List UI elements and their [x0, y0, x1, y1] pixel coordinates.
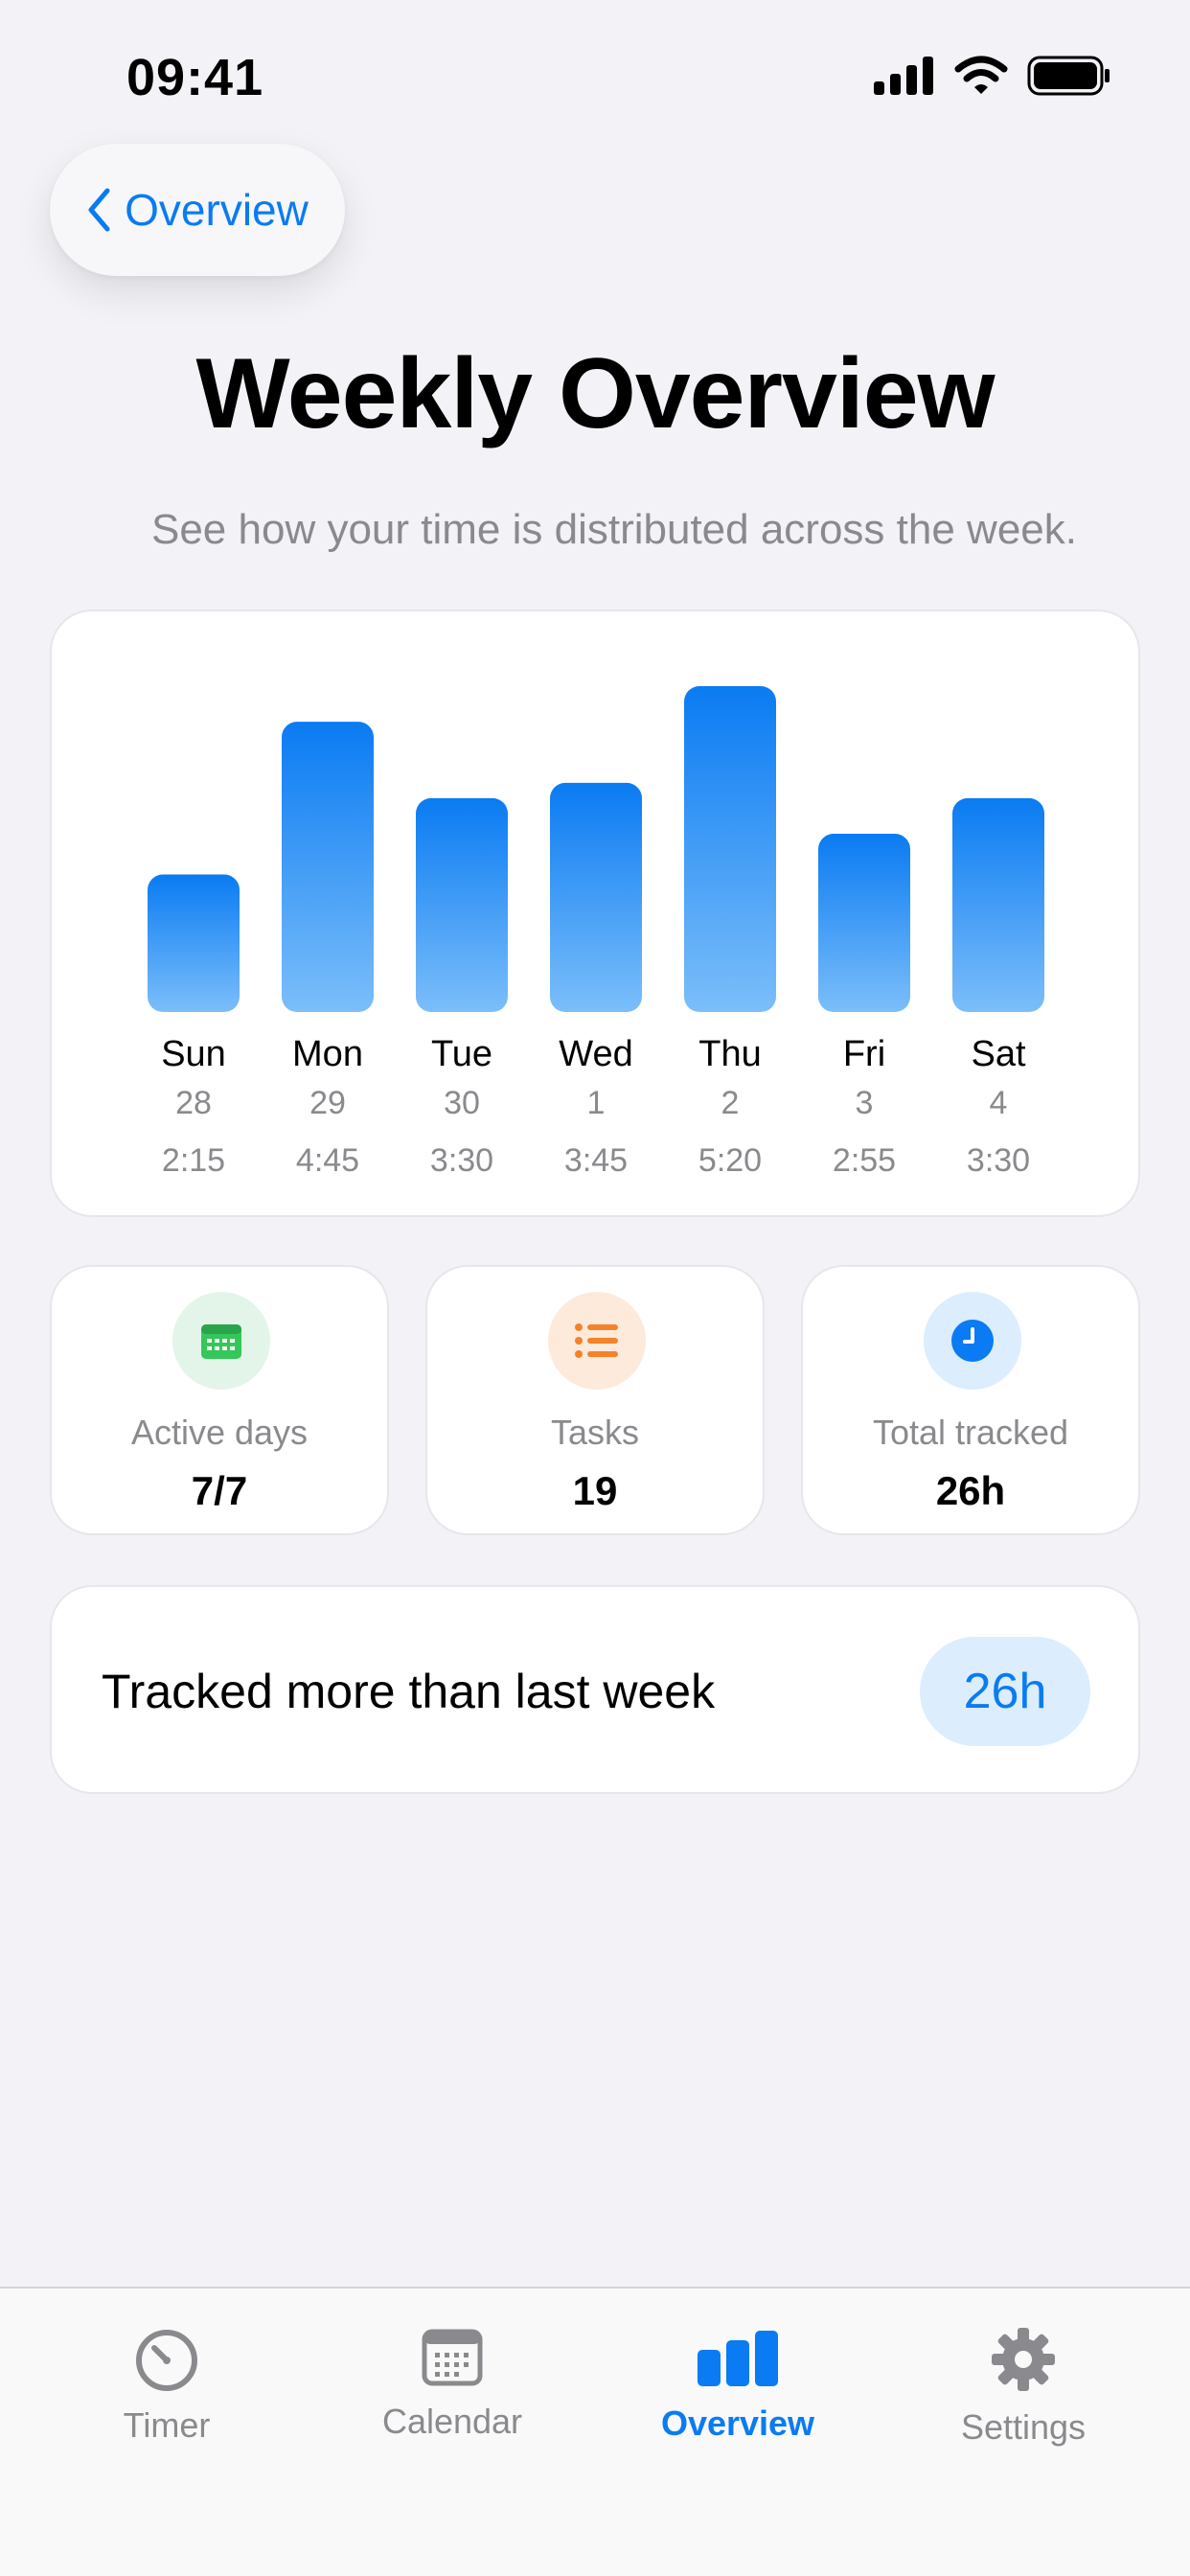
stat-card-total-tracked: Total tracked 26h: [801, 1265, 1140, 1535]
time-label: 2:15: [162, 1142, 225, 1179]
day-label: Fri: [843, 1034, 885, 1074]
back-button-label: Overview: [125, 185, 309, 235]
day-label: Thu: [698, 1034, 761, 1074]
bar-sun: [148, 874, 240, 1012]
stat-icon-bg: [924, 1292, 1021, 1390]
calendar-icon: [422, 2329, 483, 2386]
cellular-signal-icon: [874, 57, 933, 95]
tab-label: Overview: [660, 2404, 815, 2443]
tab-bar: Timer Calendar Overview Settings: [0, 2287, 1190, 2576]
status-time: 09:41: [126, 49, 264, 106]
bar-wed: [550, 782, 642, 1012]
day-label: Wed: [559, 1034, 632, 1074]
status-icons: [874, 56, 1111, 96]
stat-value: 19: [572, 1468, 618, 1513]
stat-icon-bg: [172, 1292, 270, 1390]
date-label: 28: [175, 1085, 212, 1121]
chevron-left-icon: [88, 188, 110, 232]
stat-icon-bg: [548, 1292, 646, 1390]
tab-settings[interactable]: Settings: [880, 2288, 1167, 2480]
tab-label: Calendar: [381, 2402, 523, 2441]
date-label: 2: [721, 1085, 740, 1121]
tab-label: Settings: [960, 2407, 1087, 2447]
date-label: 1: [587, 1085, 606, 1121]
tab-label: Timer: [123, 2405, 211, 2445]
day-label: Tue: [431, 1034, 492, 1074]
stat-value: 26h: [935, 1468, 1006, 1513]
wifi-icon: [954, 56, 1008, 94]
date-label: 30: [444, 1085, 480, 1121]
stat-card-tasks: Tasks 19: [425, 1265, 765, 1535]
time-label: 4:45: [296, 1142, 359, 1179]
list-icon: [575, 1323, 618, 1358]
date-label: 29: [309, 1085, 346, 1121]
bar-sat: [952, 797, 1044, 1012]
date-label: 4: [990, 1085, 1008, 1121]
time-label: 3:30: [967, 1142, 1030, 1179]
time-label: 3:45: [564, 1142, 628, 1179]
stat-card-active-days: Active days 7/7: [50, 1265, 389, 1535]
bar-fri: [818, 834, 910, 1012]
bar-chart-icon: [698, 2331, 778, 2386]
bar-tue: [416, 797, 508, 1012]
time-label: 2:55: [833, 1142, 896, 1179]
back-button[interactable]: Overview: [50, 144, 345, 276]
battery-icon: [1027, 56, 1110, 96]
tab-timer[interactable]: Timer: [23, 2288, 310, 2480]
stat-label: Active days: [130, 1413, 309, 1452]
day-label: Mon: [292, 1034, 363, 1074]
page-subtitle: See how your time is distributed across …: [150, 506, 1077, 553]
weekly-chart-card: Sun 28 2:15 Mon 29 4:45 Tue 30 3:30 Wed 1 3:45 Thu 2 5…: [50, 610, 1140, 1217]
day-label: Sun: [161, 1034, 226, 1074]
bar-thu: [684, 686, 776, 1012]
timer-icon: [136, 2330, 197, 2391]
comparison-card: Tracked more than last week 26h: [50, 1585, 1140, 1794]
day-label: Sat: [971, 1034, 1025, 1074]
stat-value: 7/7: [191, 1468, 248, 1513]
status-bar: 09:41: [0, 0, 1190, 144]
tab-calendar[interactable]: Calendar: [309, 2288, 596, 2480]
comparison-text: Tracked more than last week: [102, 1665, 716, 1718]
gear-icon: [992, 2328, 1055, 2391]
stat-label: Tasks: [550, 1413, 640, 1452]
date-label: 3: [856, 1085, 874, 1121]
comparison-badge: 26h: [920, 1637, 1090, 1746]
calendar-icon: [201, 1324, 241, 1359]
bar-mon: [282, 722, 374, 1012]
clock-icon: [951, 1320, 994, 1362]
time-label: 5:20: [698, 1142, 762, 1179]
weekly-bar-chart: Sun 28 2:15 Mon 29 4:45 Tue 30 3:30 Wed 1 3:45 Thu 2 5…: [148, 686, 1044, 1179]
stat-label: Total tracked: [872, 1413, 1069, 1452]
tab-overview[interactable]: Overview: [594, 2288, 881, 2480]
page-title: Weekly Overview: [195, 338, 995, 449]
time-label: 3:30: [430, 1142, 493, 1179]
